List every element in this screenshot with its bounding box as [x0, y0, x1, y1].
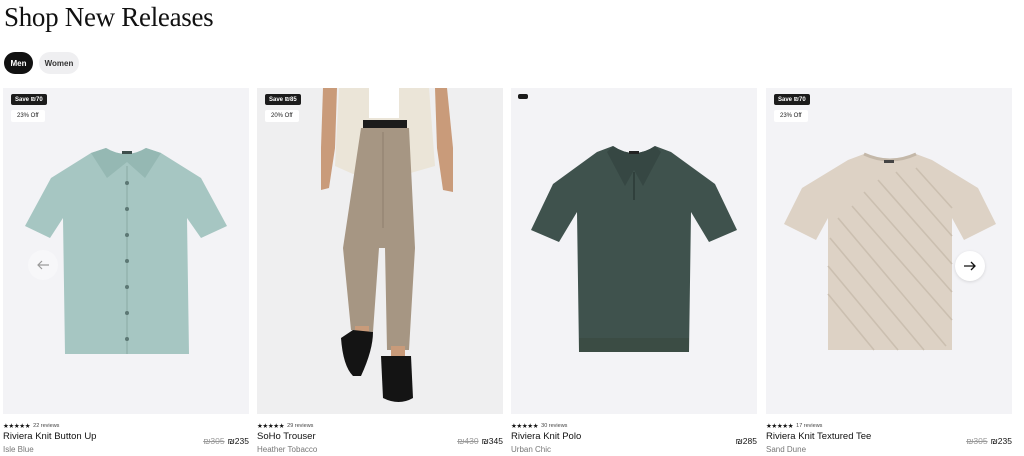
product-color: Isle Blue [3, 445, 34, 454]
product-name[interactable]: Riviera Knit Textured Tee [766, 431, 871, 442]
save-badge: Save ₪70 [11, 94, 47, 105]
save-badge: Save ₪85 [265, 94, 301, 105]
review-count[interactable]: 22 reviews [33, 423, 59, 429]
review-count[interactable]: 17 reviews [796, 423, 822, 429]
product-color: Sand Dune [766, 445, 807, 454]
polo-shirt-image [531, 146, 737, 352]
badge-placeholder [518, 94, 528, 99]
sale-price: ₪285 [735, 436, 757, 446]
page-title: Shop New Releases [4, 2, 214, 32]
review-count[interactable]: 30 reviews [541, 423, 567, 429]
price-group: ₪305 ₪235 [966, 436, 1012, 446]
price-group: ₪430 ₪345 [457, 436, 503, 446]
product-card[interactable]: Save ₪85 20% Off ★★★★★ 29 reviews SoHo T… [257, 88, 503, 456]
trouser-model-image [321, 88, 453, 402]
tab-women[interactable]: Women [39, 52, 79, 74]
original-price: ₪430 [457, 436, 479, 446]
review-count[interactable]: 29 reviews [287, 423, 313, 429]
price-group: ₪305 ₪235 [203, 436, 249, 446]
save-badge: Save ₪70 [774, 94, 810, 105]
star-rating-icon: ★★★★★ [3, 423, 31, 430]
carousel-prev-button[interactable] [28, 250, 58, 280]
rating: ★★★★★ 22 reviews [3, 422, 59, 430]
product-name[interactable]: Riviera Knit Polo [511, 431, 581, 442]
carousel-next-button[interactable] [955, 251, 985, 281]
star-rating-icon: ★★★★★ [511, 423, 539, 430]
rating: ★★★★★ 30 reviews [511, 422, 567, 430]
product-color: Heather Tobacco [257, 445, 318, 454]
price-group: ₪285 [736, 436, 757, 446]
rating: ★★★★★ 17 reviews [766, 422, 822, 430]
arrow-right-icon [964, 261, 976, 271]
discount-badge: 23% Off [774, 110, 808, 122]
sale-price: ₪345 [481, 436, 503, 446]
product-image[interactable] [511, 88, 757, 414]
rating: ★★★★★ 29 reviews [257, 422, 313, 430]
product-card[interactable]: ★★★★★ 30 reviews Riviera Knit Polo Urban… [511, 88, 757, 456]
arrow-left-icon [37, 260, 49, 270]
discount-badge: 23% Off [11, 110, 45, 122]
product-image[interactable]: Save ₪85 20% Off [257, 88, 503, 414]
tab-men[interactable]: Men [4, 52, 33, 74]
product-name[interactable]: SoHo Trouser [257, 431, 316, 442]
discount-badge: 20% Off [265, 110, 299, 122]
star-rating-icon: ★★★★★ [257, 423, 285, 430]
product-color: Urban Chic [511, 445, 552, 454]
gender-tabs: Men Women [4, 52, 79, 74]
sale-price: ₪235 [990, 436, 1012, 446]
original-price: ₪305 [203, 436, 225, 446]
sale-price: ₪235 [227, 436, 249, 446]
star-rating-icon: ★★★★★ [766, 423, 794, 430]
product-name[interactable]: Riviera Knit Button Up [3, 431, 96, 442]
original-price: ₪305 [966, 436, 988, 446]
